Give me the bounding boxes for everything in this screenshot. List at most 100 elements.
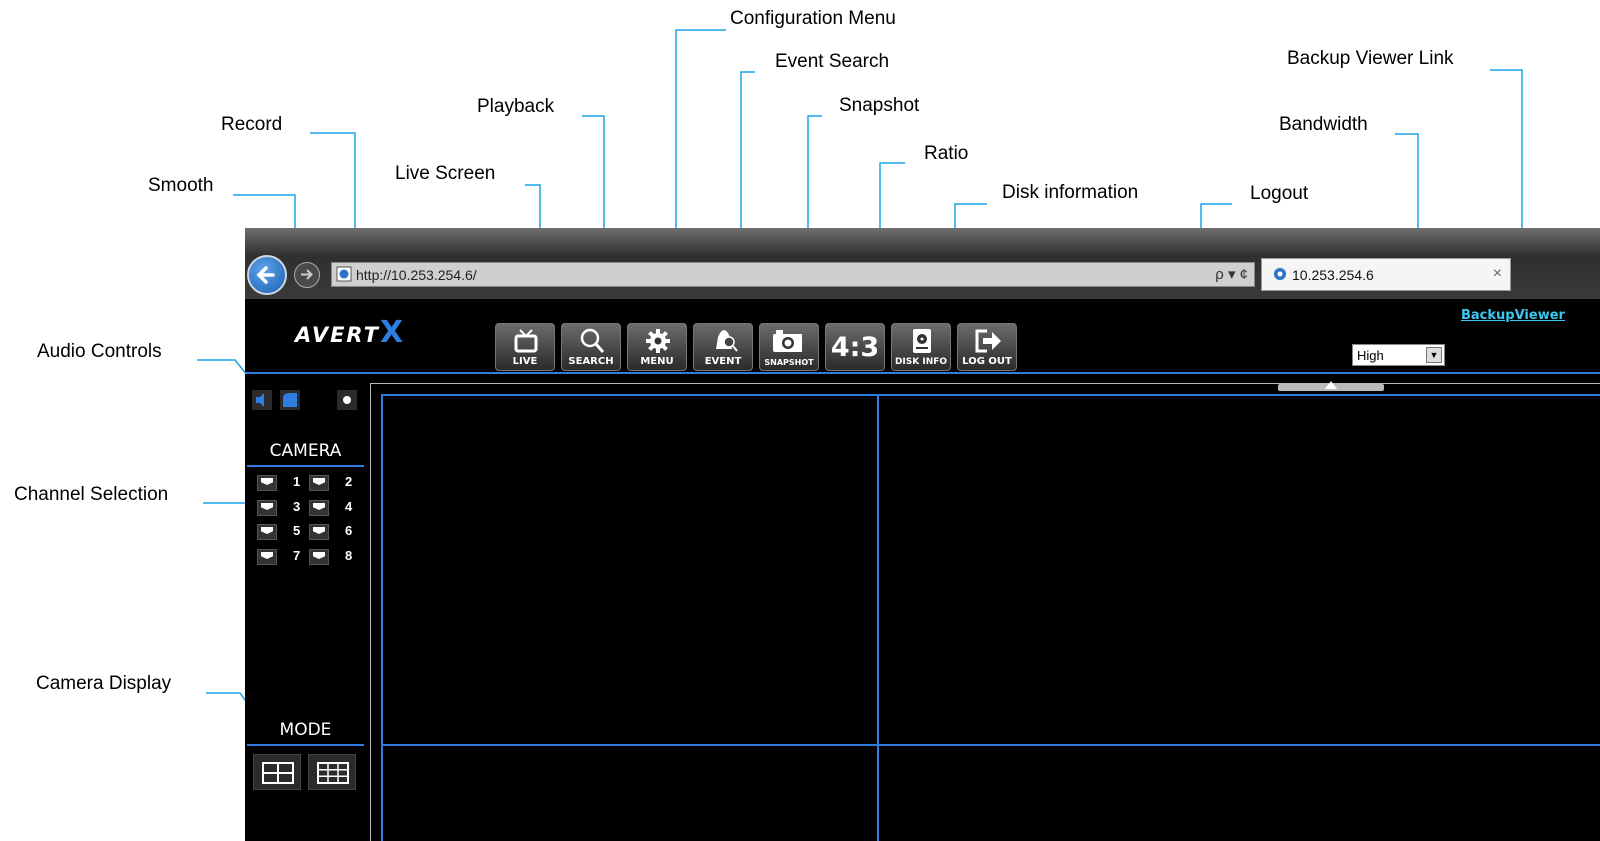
grid-divider-horizontal (381, 744, 1600, 746)
mode-header: MODE (279, 720, 332, 740)
callout-live-screen: Live Screen (395, 163, 496, 184)
channel-number: 3 (293, 499, 301, 514)
back-arrow-icon (256, 266, 275, 284)
channel-4[interactable]: 4 (309, 498, 363, 518)
channel-8[interactable]: 8 (309, 547, 363, 567)
camera-channel-icon (309, 500, 329, 516)
camera-channel-icon (257, 475, 277, 491)
nine-grid-icon (317, 762, 349, 784)
channel-1[interactable]: 1 (257, 473, 311, 493)
tab-close-icon[interactable]: × (1493, 265, 1502, 283)
tab-current[interactable]: 10.253.254.6 × (1261, 258, 1511, 291)
channel-3[interactable]: 3 (257, 498, 311, 518)
camera-icon (773, 330, 802, 352)
event-button[interactable]: EVENT (693, 323, 753, 371)
callout-smooth: Smooth (148, 175, 214, 196)
camera-header: CAMERA (269, 441, 342, 461)
logout-icon (975, 329, 1001, 353)
record-button[interactable] (337, 390, 357, 410)
logo-text: AVERT (295, 323, 380, 347)
address-search-refresh-icon[interactable]: ρ ▾ ¢ (1215, 265, 1248, 283)
tab-title: 10.253.254.6 (1292, 267, 1374, 283)
ratio-button[interactable]: 4:3 (825, 323, 885, 371)
camera-channel-icon (309, 524, 329, 540)
logout-button[interactable]: LOG OUT (957, 323, 1017, 371)
magnifier-icon (580, 328, 605, 353)
gear-icon (646, 329, 670, 353)
dvr-web-app: AVERTX LIVE SEARCH MENU EVENT SNAPSHOT 4… (245, 299, 1600, 841)
alarm-bell-icon (716, 330, 738, 352)
callout-disk-information: Disk information (1002, 182, 1139, 203)
channel-number: 2 (345, 474, 353, 489)
menu-label: MENU (640, 356, 674, 367)
forward-button[interactable] (294, 262, 320, 288)
camera-display-grid[interactable] (381, 394, 1600, 841)
tab-favicon-icon (1274, 268, 1286, 280)
mode-2x2-button[interactable] (253, 754, 301, 790)
ie-page-icon (336, 266, 352, 282)
disk-info-label: DISK INFO (894, 357, 948, 367)
browser-window: http://10.253.254.6/ ρ ▾ ¢ 10.253.254.6 … (245, 228, 1600, 841)
callout-ratio: Ratio (924, 143, 969, 164)
callout-event-search: Event Search (775, 51, 890, 72)
camera-channel-icon (257, 549, 277, 565)
channel-7[interactable]: 7 (257, 547, 311, 567)
channel-6[interactable]: 6 (309, 522, 363, 542)
bandwidth-value: High (1357, 348, 1384, 363)
header-divider (245, 372, 1600, 374)
mode-header-underline (247, 744, 364, 746)
backup-viewer-link[interactable]: BackupViewer (1461, 308, 1565, 323)
event-label: EVENT (704, 356, 742, 367)
record-dot-icon (343, 396, 351, 404)
audio-speaker-button[interactable] (252, 390, 272, 410)
live-button[interactable]: LIVE (495, 323, 555, 371)
dropdown-arrow-icon: ▼ (1426, 347, 1442, 363)
callout-configuration-menu: Configuration Menu (730, 8, 896, 29)
disk-icon (913, 329, 931, 353)
speaker-icon (256, 393, 264, 407)
camera-channel-icon (257, 500, 277, 516)
camera-channel-icon (309, 475, 329, 491)
back-button[interactable] (247, 255, 287, 295)
microphone-icon (283, 393, 297, 407)
channel-2[interactable]: 2 (309, 473, 363, 493)
channel-number: 7 (293, 548, 301, 563)
callout-playback: Playback (477, 96, 555, 117)
browser-chrome: http://10.253.254.6/ ρ ▾ ¢ 10.253.254.6 … (245, 228, 1600, 299)
avertx-logo: AVERTX (295, 315, 405, 350)
channel-number: 4 (345, 499, 353, 514)
live-label: LIVE (512, 356, 538, 367)
channel-5[interactable]: 5 (257, 522, 311, 542)
channel-number: 6 (345, 523, 353, 538)
callout-channel-selection: Channel Selection (14, 484, 169, 505)
callout-record: Record (221, 114, 283, 135)
quad-grid-icon (262, 762, 294, 784)
snapshot-label: SNAPSHOT (764, 358, 814, 367)
channel-number: 5 (293, 523, 301, 538)
address-bar[interactable]: http://10.253.254.6/ ρ ▾ ¢ (331, 262, 1255, 287)
audio-mic-button[interactable] (280, 390, 300, 410)
search-label: SEARCH (568, 356, 614, 367)
grid-divider-vertical (877, 394, 879, 841)
disk-info-button[interactable]: DISK INFO (891, 323, 951, 371)
camera-header-underline (247, 465, 364, 467)
ratio-label: 4:3 (830, 332, 880, 363)
camera-channel-icon (309, 549, 329, 565)
bandwidth-select[interactable]: High ▼ (1352, 344, 1445, 366)
logo-x: X (379, 315, 406, 350)
callout-audio-controls: Audio Controls (37, 341, 162, 362)
camera-channel-icon (257, 524, 277, 540)
callout-bandwidth: Bandwidth (1279, 114, 1368, 135)
channel-number: 8 (345, 548, 353, 563)
search-button[interactable]: SEARCH (561, 323, 621, 371)
callout-backup-viewer-link: Backup Viewer Link (1287, 48, 1454, 69)
callout-logout: Logout (1250, 183, 1309, 204)
tv-icon (514, 329, 538, 353)
channel-number: 1 (293, 474, 301, 489)
address-text: http://10.253.254.6/ (356, 267, 477, 283)
panel-toggle-slider[interactable] (1278, 381, 1384, 391)
menu-button[interactable]: MENU (627, 323, 687, 371)
mode-3x3-button[interactable] (308, 754, 356, 790)
forward-arrow-icon (301, 269, 313, 280)
snapshot-button[interactable]: SNAPSHOT (759, 323, 819, 371)
